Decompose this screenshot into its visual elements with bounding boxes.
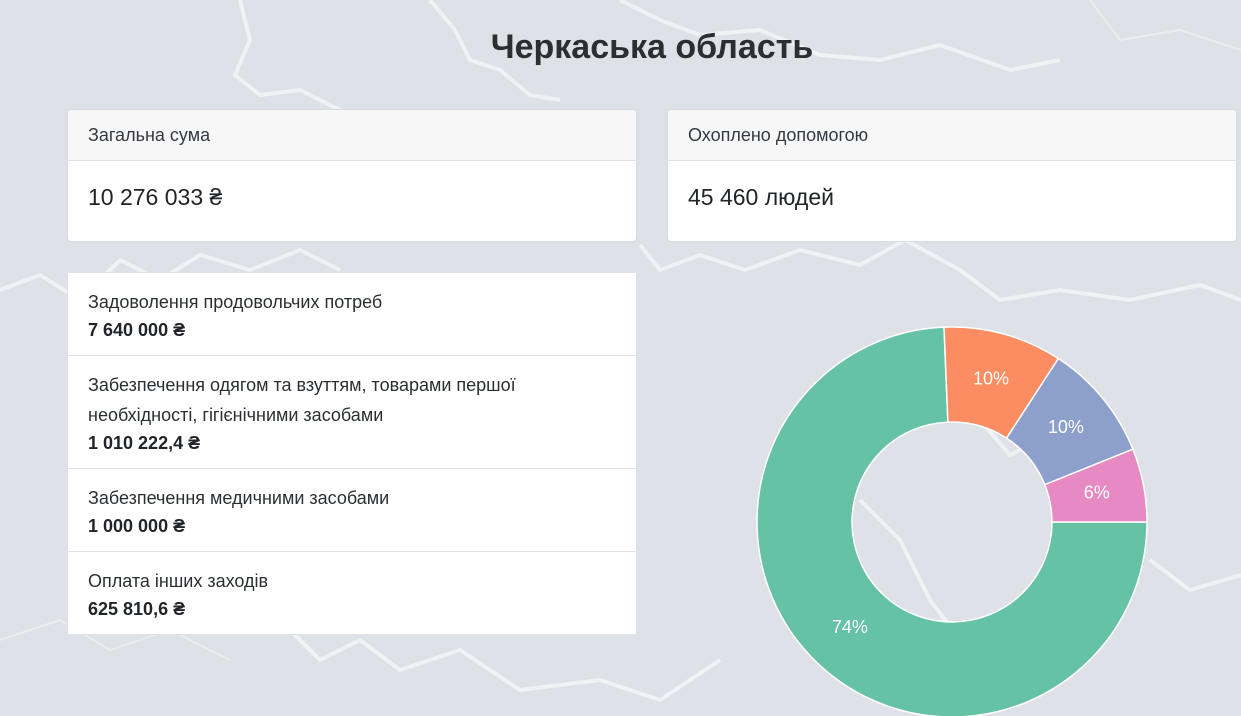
covered-people-label: Охоплено допомогою: [668, 110, 1236, 161]
expense-category-label: Задоволення продовольчих потреб: [88, 292, 383, 312]
total-sum-label: Загальна сума: [68, 110, 636, 161]
expense-category-label: Забезпечення медичними засобами: [88, 488, 390, 508]
total-sum-card: Загальна сума 10 276 033 ₴: [67, 109, 637, 242]
covered-people-value: 45 460 людей: [688, 184, 834, 210]
covered-people-card: Охоплено допомогою 45 460 людей: [667, 109, 1237, 242]
donut-slice-label-2: 10%: [973, 369, 1009, 389]
total-sum-value: 10 276 033 ₴: [88, 184, 223, 210]
donut-chart: 74% 10% 10% 6%: [756, 326, 1148, 716]
expense-category-label: Оплата інших заходів: [88, 571, 269, 591]
list-item: Оплата інших заходів 625 810,6 ₴: [68, 552, 636, 634]
list-item: Забезпечення одягом та взуттям, товарами…: [68, 356, 636, 469]
expense-amount: 1 010 222,4 ₴: [88, 433, 201, 453]
expense-amount: 7 640 000 ₴: [88, 320, 186, 340]
list-item: Забезпечення медичними засобами 1 000 00…: [68, 469, 636, 552]
expense-amount: 1 000 000 ₴: [88, 516, 186, 536]
expense-category-label: Забезпечення одягом та взуттям, товарами…: [88, 375, 516, 425]
expense-list: Задоволення продовольчих потреб 7 640 00…: [67, 272, 637, 635]
donut-slice-label-4: 6%: [1084, 483, 1110, 503]
donut-slice-label-1: 74%: [832, 617, 868, 637]
page: Черкаська область Загальна сума 10 276 0…: [0, 0, 1241, 716]
list-item: Задоволення продовольчих потреб 7 640 00…: [68, 273, 636, 356]
donut-slice-label-3: 10%: [1048, 417, 1084, 437]
page-title: Черкаська область: [490, 28, 814, 66]
expense-amount: 625 810,6 ₴: [88, 599, 186, 619]
